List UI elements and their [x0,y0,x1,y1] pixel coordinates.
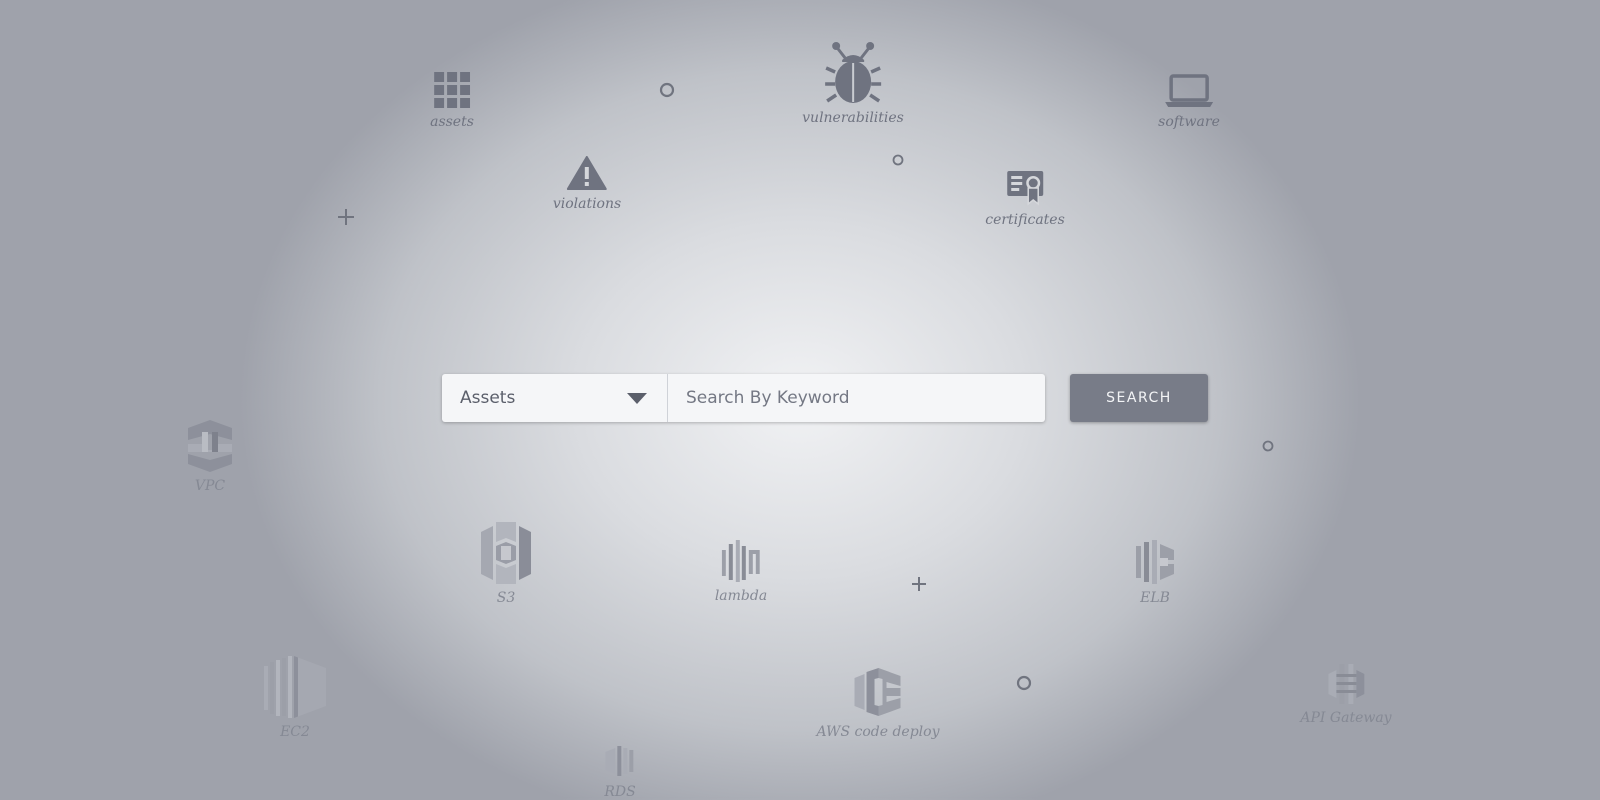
s3-icon [481,522,531,584]
service-label: API Gateway [1300,710,1392,726]
category-violations[interactable]: violations [553,156,621,212]
category-label: vulnerabilities [802,110,904,126]
circle-decoration [892,154,904,166]
circle-decoration [659,82,675,98]
service-rds[interactable]: RDS [604,744,636,800]
category-select[interactable]: Assets [442,374,668,422]
category-vulnerabilities[interactable]: vulnerabilities [802,40,904,126]
service-s3[interactable]: S3 [481,522,531,606]
plus-decoration [912,577,926,591]
category-select-value: Assets [460,388,516,408]
service-label: RDS [604,784,636,800]
grid-icon [434,72,470,108]
chevron-down-icon [627,392,647,404]
search-bar: Assets [442,374,1045,422]
service-label: EC2 [280,724,310,740]
service-label: AWS code deploy [816,724,940,740]
category-label: certificates [985,212,1065,228]
category-label: software [1158,114,1220,130]
service-elb[interactable]: ELB [1136,540,1174,606]
plus-decoration [338,209,354,225]
category-label: violations [552,196,622,212]
search-button[interactable]: SEARCH [1070,374,1208,422]
api-gateway-icon [1327,664,1364,704]
service-code-deploy[interactable]: AWS code deploy [816,666,940,740]
category-certificates[interactable]: certificates [985,170,1065,228]
rds-icon [604,746,633,776]
certificate-icon [1006,171,1043,206]
code-deploy-icon [855,668,901,716]
warning-icon [567,156,607,190]
category-label: assets [430,114,474,130]
ec2-icon [264,656,326,718]
service-lambda[interactable]: lambda [715,540,767,604]
service-vpc[interactable]: VPC [188,420,232,494]
category-assets[interactable]: assets [430,72,474,130]
service-label: lambda [714,588,768,604]
circle-decoration [1016,675,1032,691]
circle-decoration [1262,440,1274,452]
category-software[interactable]: software [1158,74,1220,130]
search-input[interactable] [668,374,1045,422]
elb-icon [1136,540,1174,584]
service-label: ELB [1140,590,1170,606]
laptop-icon [1164,74,1213,107]
vpc-icon [188,420,232,472]
service-api-gateway[interactable]: API Gateway [1300,664,1392,726]
service-label: VPC [194,478,226,494]
service-ec2[interactable]: EC2 [264,656,326,740]
bug-icon [825,42,881,103]
service-label: S3 [496,590,516,606]
lambda-icon [722,540,760,582]
landing-stage: assets vulnerabilities software violatio… [0,0,1600,800]
